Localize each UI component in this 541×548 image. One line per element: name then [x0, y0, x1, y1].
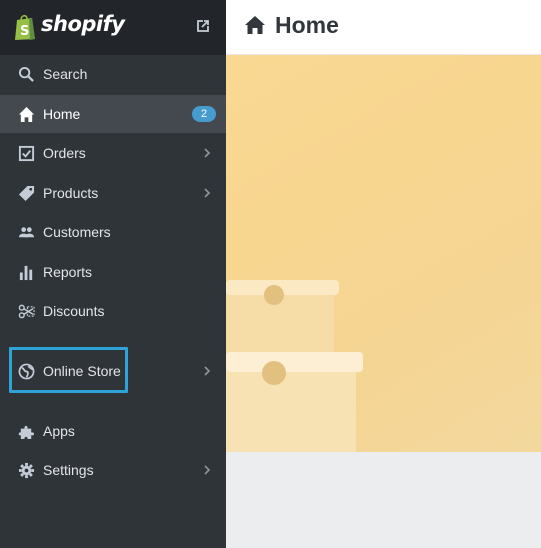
sidebar-item-label: Apps — [43, 423, 75, 439]
sidebar-header: S shopify — [0, 0, 226, 55]
sidebar-item-label: Home — [43, 106, 81, 122]
boxes-illustration — [226, 280, 363, 452]
page-title: Home — [275, 12, 339, 38]
sidebar-item-products[interactable]: Products — [0, 174, 226, 212]
sidebar-item-label: Discounts — [43, 303, 105, 319]
sidebar-item-apps[interactable]: Apps — [0, 412, 226, 450]
sidebar-item-label: Orders — [43, 145, 86, 161]
chevron-right-icon — [204, 366, 211, 376]
main-content: Home — [226, 0, 541, 548]
apps-icon — [17, 422, 35, 440]
search-icon — [17, 65, 35, 83]
notification-badge: 2 — [192, 106, 216, 122]
sidebar-item-label: Products — [43, 185, 99, 201]
chevron-right-icon — [204, 148, 211, 158]
sidebar-item-reports[interactable]: Reports — [0, 253, 226, 291]
sidebar-item-discounts[interactable]: Discounts — [0, 292, 226, 330]
chevron-right-icon — [204, 188, 211, 198]
online-store-highlight — [9, 347, 128, 393]
sidebar-item-home[interactable]: Home 2 — [0, 95, 226, 133]
svg-text:S: S — [20, 24, 29, 39]
sidebar-item-search[interactable]: Search — [0, 55, 226, 93]
shopify-bag-icon[interactable]: S — [13, 13, 37, 41]
sidebar-item-customers[interactable]: Customers — [0, 213, 226, 251]
customers-icon — [17, 223, 35, 241]
reports-icon — [17, 263, 35, 281]
orders-icon — [17, 144, 35, 162]
gear-icon — [17, 461, 35, 479]
content-area — [226, 452, 541, 548]
welcome-illustration — [226, 55, 541, 452]
sidebar-item-label: Settings — [43, 462, 94, 478]
sidebar-item-settings[interactable]: Settings — [0, 451, 226, 489]
external-link-icon[interactable] — [195, 18, 211, 34]
shopify-wordmark[interactable]: shopify — [41, 12, 125, 36]
top-bar: Home — [226, 0, 541, 55]
sidebar-item-label: Customers — [43, 224, 111, 240]
home-icon — [245, 16, 265, 34]
sidebar-item-orders[interactable]: Orders — [0, 134, 226, 172]
sidebar: S shopify Search Home 2 Orders Products … — [0, 0, 226, 548]
sidebar-item-label: Search — [43, 66, 88, 82]
tag-icon — [17, 184, 35, 202]
discounts-icon — [17, 302, 35, 320]
sidebar-item-label: Reports — [43, 264, 93, 280]
chevron-right-icon — [204, 465, 211, 475]
home-icon — [17, 105, 35, 123]
